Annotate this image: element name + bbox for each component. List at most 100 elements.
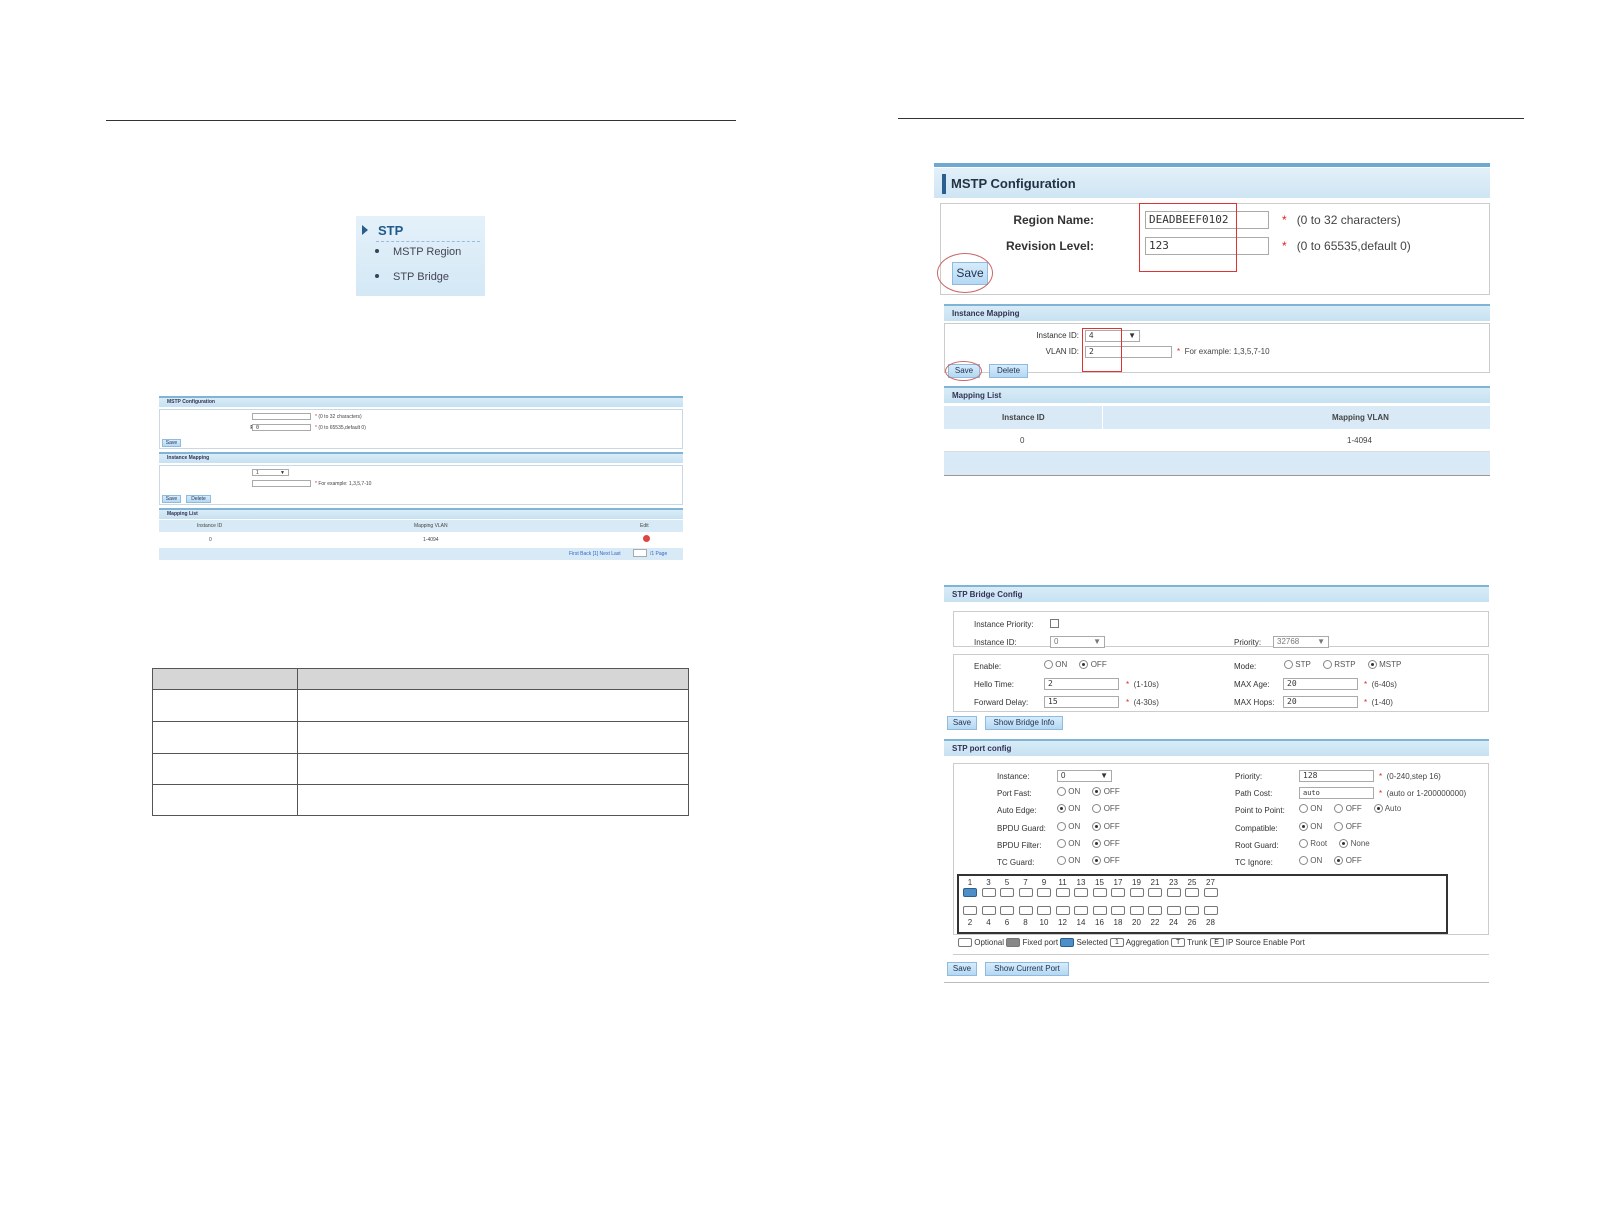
- bridge-inst-id-select[interactable]: 0 ▼: [1050, 636, 1105, 648]
- small-save-button[interactable]: Save: [162, 439, 181, 447]
- port-button[interactable]: [1000, 906, 1014, 915]
- port-button[interactable]: [1148, 888, 1162, 897]
- fixed-port-icon: [1006, 938, 1021, 948]
- delete-button[interactable]: Delete: [989, 364, 1028, 378]
- edit-icon[interactable]: [643, 535, 650, 542]
- radio-on[interactable]: [1299, 822, 1308, 832]
- path-cost-hint: * (auto or 1-200000000): [1379, 789, 1467, 798]
- tc-guard-radio-group[interactable]: ON OFF: [1057, 856, 1120, 866]
- radio-auto[interactable]: [1373, 804, 1383, 814]
- radio-off[interactable]: [1334, 856, 1344, 866]
- radio-off[interactable]: [1334, 822, 1344, 832]
- port-number-label: 17: [1113, 878, 1123, 887]
- mode-rstp-radio[interactable]: [1323, 660, 1333, 670]
- radio-on[interactable]: [1057, 839, 1066, 849]
- radio-none[interactable]: [1339, 839, 1349, 849]
- port-priority-input[interactable]: 128: [1299, 770, 1374, 782]
- radio-on[interactable]: [1299, 804, 1308, 814]
- port-button[interactable]: [1111, 906, 1125, 915]
- radio-off[interactable]: [1092, 856, 1102, 866]
- mode-radio-group[interactable]: STP RSTP MSTP: [1284, 660, 1401, 670]
- mode-mstp-radio[interactable]: [1367, 660, 1377, 670]
- port-button[interactable]: [1129, 906, 1144, 915]
- radio-off[interactable]: [1092, 787, 1102, 797]
- port-button[interactable]: [1018, 888, 1033, 897]
- nav-item-stp-bridge[interactable]: STP Bridge: [393, 271, 449, 283]
- radio-on[interactable]: [1057, 787, 1066, 797]
- port-button[interactable]: [963, 888, 977, 897]
- port-instance-select[interactable]: 0 ▼: [1057, 770, 1112, 782]
- p2p-radio-group[interactable]: ON OFF Auto: [1299, 804, 1401, 814]
- port-button[interactable]: [1055, 888, 1070, 897]
- port-button[interactable]: [1018, 906, 1033, 915]
- radio-on[interactable]: [1057, 856, 1066, 866]
- small-region-input[interactable]: [252, 413, 311, 420]
- stp-expand-icon[interactable]: [362, 225, 368, 235]
- radio-on[interactable]: [1299, 856, 1308, 866]
- tc-ignore-radio-group[interactable]: ON OFF: [1299, 856, 1362, 866]
- bpdu-filter-radio-group[interactable]: ON OFF: [1057, 839, 1120, 849]
- enable-radio-group[interactable]: ON OFF: [1044, 660, 1107, 670]
- small-delete-button[interactable]: Delete: [186, 495, 211, 503]
- port-button[interactable]: [981, 906, 996, 915]
- show-bridge-info-button[interactable]: Show Bridge Info: [985, 716, 1063, 730]
- port-button[interactable]: [981, 888, 996, 897]
- radio-off[interactable]: [1092, 822, 1102, 832]
- small-page-input[interactable]: [633, 549, 647, 557]
- mstp-title-accent: [942, 174, 946, 194]
- bridge-save-button[interactable]: Save: [947, 716, 977, 730]
- radio-off[interactable]: [1092, 804, 1102, 814]
- port-button[interactable]: [1166, 888, 1181, 897]
- nav-item-mstp-region[interactable]: MSTP Region: [393, 246, 461, 258]
- root-guard-radio-group[interactable]: Root None: [1299, 839, 1370, 849]
- max-age-input[interactable]: 20: [1283, 678, 1358, 690]
- radio-off[interactable]: [1092, 839, 1102, 849]
- port-button[interactable]: [1185, 888, 1199, 897]
- fwd-delay-input[interactable]: 15: [1044, 696, 1119, 708]
- small-rev-input[interactable]: 0: [252, 424, 311, 431]
- enable-on-radio[interactable]: [1044, 660, 1053, 670]
- small-inst-select[interactable]: 1 ▼: [252, 469, 289, 476]
- radio-off[interactable]: [1334, 804, 1344, 814]
- enable-off-radio[interactable]: [1079, 660, 1089, 670]
- small-im-save-button[interactable]: Save: [162, 495, 181, 503]
- port-button[interactable]: [1185, 906, 1199, 915]
- port-button[interactable]: [1203, 906, 1218, 915]
- port-button[interactable]: [1037, 906, 1051, 915]
- auto-edge-radio-group[interactable]: ON OFF: [1057, 804, 1120, 814]
- port-button[interactable]: [1092, 888, 1107, 897]
- small-vlan-input[interactable]: [252, 480, 311, 487]
- port-button[interactable]: [1111, 888, 1125, 897]
- port-number-label: 25: [1187, 878, 1197, 887]
- port-button[interactable]: [963, 906, 977, 915]
- bridge-priority-select[interactable]: 32768 ▼: [1273, 636, 1329, 648]
- port-fast-radio-group[interactable]: ON OFF: [1057, 787, 1120, 797]
- stp-nav-title[interactable]: STP: [378, 223, 403, 238]
- radio-on[interactable]: [1057, 804, 1066, 814]
- small-pager[interactable]: First Back [1] Next Last: [569, 551, 621, 557]
- port-number-label: 19: [1132, 878, 1141, 887]
- port-save-button[interactable]: Save: [947, 962, 977, 976]
- port-button[interactable]: [1203, 888, 1218, 897]
- port-panel-bottom: [953, 954, 1489, 955]
- port-button[interactable]: [1148, 906, 1162, 915]
- mode-stp-radio[interactable]: [1284, 660, 1293, 670]
- port-button[interactable]: [1074, 888, 1088, 897]
- hello-time-input[interactable]: 2: [1044, 678, 1119, 690]
- port-button[interactable]: [1055, 906, 1070, 915]
- show-current-port-button[interactable]: Show Current Port: [985, 962, 1069, 976]
- path-cost-input[interactable]: auto: [1299, 787, 1374, 799]
- port-button[interactable]: [1000, 888, 1014, 897]
- port-button[interactable]: [1074, 906, 1088, 915]
- max-hops-input[interactable]: 20: [1283, 696, 1358, 708]
- compatible-radio-group[interactable]: ON OFF: [1299, 822, 1362, 832]
- small-row-vlan: 1-4094: [423, 537, 439, 543]
- port-button[interactable]: [1037, 888, 1051, 897]
- radio-on[interactable]: [1057, 822, 1066, 832]
- port-button[interactable]: [1092, 906, 1107, 915]
- port-button[interactable]: [1166, 906, 1181, 915]
- radio-root[interactable]: [1299, 839, 1308, 849]
- inst-priority-checkbox[interactable]: [1050, 619, 1059, 628]
- port-button[interactable]: [1129, 888, 1144, 897]
- bpdu-guard-radio-group[interactable]: ON OFF: [1057, 822, 1120, 832]
